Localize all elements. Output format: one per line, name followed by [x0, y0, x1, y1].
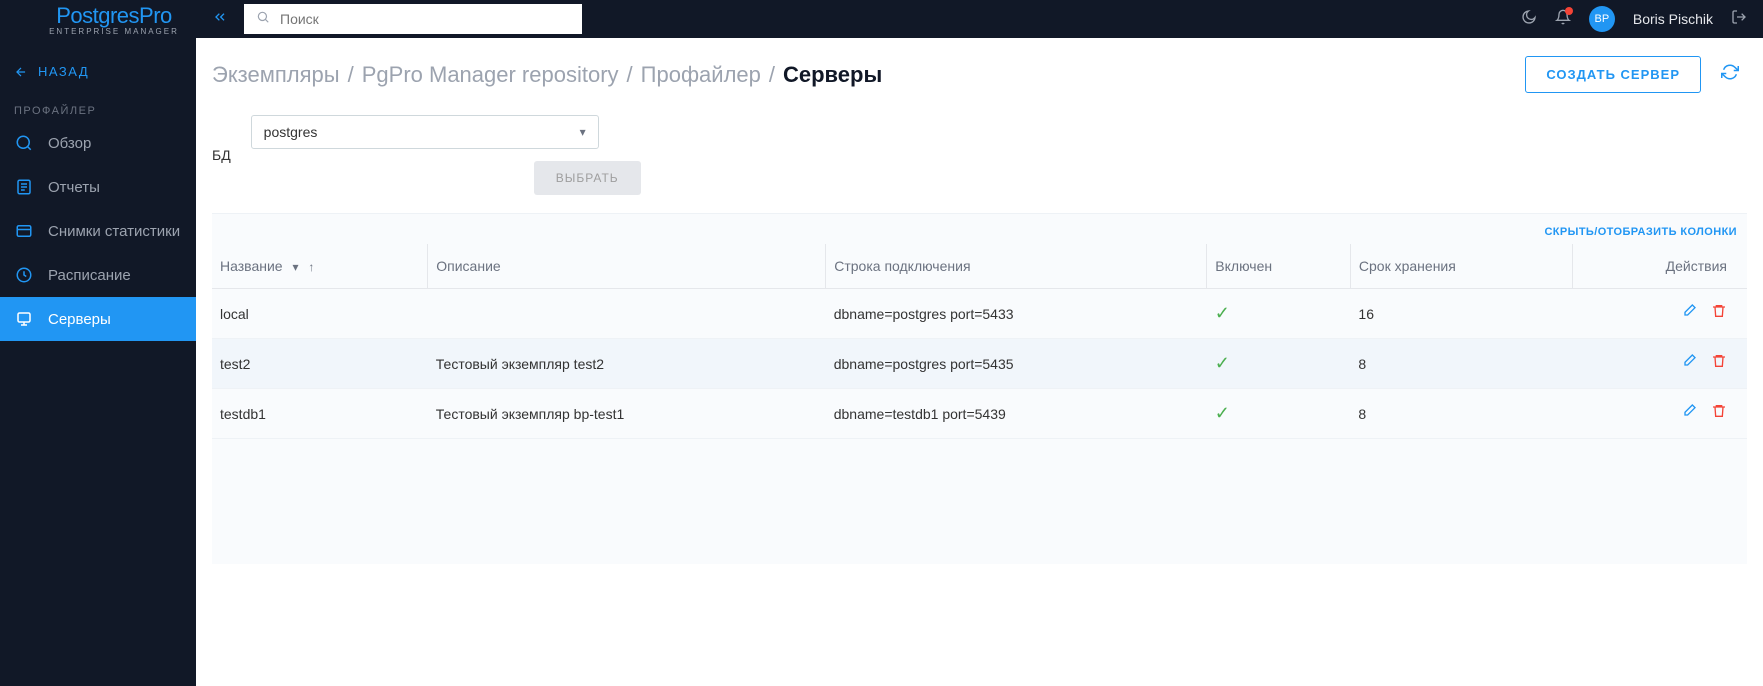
logo-tagline: ENTERPRISE MANAGER	[49, 27, 179, 36]
cell-desc: Тестовый экземпляр test2	[428, 339, 826, 389]
cell-enabled: ✓	[1207, 339, 1351, 389]
search-icon	[256, 10, 270, 29]
cell-conn: dbname=postgres port=5435	[826, 339, 1207, 389]
check-icon: ✓	[1215, 353, 1230, 373]
breadcrumb-sep: /	[348, 62, 354, 88]
search-box[interactable]	[244, 4, 582, 34]
cell-desc: Тестовый экземпляр bp-test1	[428, 389, 826, 439]
sidebar: НАЗАД ПРОФАЙЛЕР Обзор Отчеты Снимки стат…	[0, 38, 196, 686]
table-row: test2Тестовый экземпляр test2dbname=post…	[212, 339, 1747, 389]
select-button[interactable]: ВЫБРАТЬ	[534, 161, 641, 195]
create-server-button[interactable]: СОЗДАТЬ СЕРВЕР	[1525, 56, 1701, 93]
cell-conn: dbname=postgres port=5433	[826, 289, 1207, 339]
servers-icon	[14, 309, 34, 329]
logo-text: PostgresPro	[56, 3, 172, 29]
overview-icon	[14, 133, 34, 153]
page-title: Серверы	[783, 62, 882, 88]
breadcrumb-item[interactable]: Экземпляры	[212, 62, 340, 88]
cell-desc	[428, 289, 826, 339]
table-toolbar: СКРЫТЬ/ОТОБРАЗИТЬ КОЛОНКИ	[212, 213, 1747, 244]
col-conn[interactable]: Строка подключения	[826, 244, 1207, 289]
check-icon: ✓	[1215, 303, 1230, 323]
cell-retention: 16	[1350, 289, 1572, 339]
sort-asc-icon[interactable]: ↑	[308, 260, 314, 274]
sidebar-item-label: Обзор	[48, 135, 91, 152]
cell-retention: 8	[1350, 389, 1572, 439]
cell-actions	[1572, 339, 1747, 389]
cell-name: testdb1	[212, 389, 428, 439]
cell-enabled: ✓	[1207, 389, 1351, 439]
notification-badge	[1565, 7, 1573, 15]
breadcrumb-sep: /	[627, 62, 633, 88]
refresh-icon[interactable]	[1713, 57, 1747, 92]
logo: PostgresPro ENTERPRISE MANAGER	[16, 3, 212, 36]
cell-retention: 8	[1350, 339, 1572, 389]
edit-icon[interactable]	[1681, 306, 1697, 323]
sidebar-item-snapshots[interactable]: Снимки статистики	[0, 209, 196, 253]
column-toggle-link[interactable]: СКРЫТЬ/ОТОБРАЗИТЬ КОЛОНКИ	[1544, 226, 1737, 238]
cell-actions	[1572, 289, 1747, 339]
db-select[interactable]: postgres ▾	[251, 115, 599, 149]
sidebar-item-label: Отчеты	[48, 179, 100, 196]
topbar-right: BP Boris Pischik	[1521, 6, 1747, 32]
check-icon: ✓	[1215, 403, 1230, 423]
edit-icon[interactable]	[1681, 356, 1697, 373]
servers-table: Название ▾ ↑ Описание Строка подключения…	[212, 244, 1747, 439]
delete-icon[interactable]	[1711, 406, 1727, 423]
main-content: Экземпляры / PgPro Manager repository / …	[196, 38, 1763, 686]
col-retention[interactable]: Срок хранения	[1350, 244, 1572, 289]
filter-row: БД postgres ▾ ВЫБРАТЬ	[212, 115, 1747, 195]
chevron-down-icon: ▾	[580, 125, 586, 139]
table-row: testdb1Тестовый экземпляр bp-test1dbname…	[212, 389, 1747, 439]
reports-icon	[14, 177, 34, 197]
sidebar-item-label: Снимки статистики	[48, 223, 180, 240]
col-desc[interactable]: Описание	[428, 244, 826, 289]
breadcrumb-item[interactable]: Профайлер	[641, 62, 761, 88]
filter-icon[interactable]: ▾	[292, 260, 298, 274]
delete-icon[interactable]	[1711, 306, 1727, 323]
breadcrumb: Экземпляры / PgPro Manager repository / …	[212, 62, 882, 88]
edit-icon[interactable]	[1681, 406, 1697, 423]
snapshots-icon	[14, 221, 34, 241]
back-link[interactable]: НАЗАД	[0, 48, 196, 95]
username: Boris Pischik	[1633, 11, 1713, 27]
col-actions: Действия	[1572, 244, 1747, 289]
table-row: local dbname=postgres port=5433 ✓ 16	[212, 289, 1747, 339]
back-label: НАЗАД	[38, 64, 89, 79]
topbar: PostgresPro ENTERPRISE MANAGER BP Boris …	[0, 0, 1763, 38]
breadcrumb-item[interactable]: PgPro Manager repository	[362, 62, 619, 88]
arrow-left-icon	[14, 65, 28, 79]
sidebar-item-reports[interactable]: Отчеты	[0, 165, 196, 209]
sidebar-item-schedule[interactable]: Расписание	[0, 253, 196, 297]
col-name[interactable]: Название ▾ ↑	[212, 244, 428, 289]
db-label: БД	[212, 147, 231, 163]
cell-actions	[1572, 389, 1747, 439]
avatar[interactable]: BP	[1589, 6, 1615, 32]
db-select-value: postgres	[264, 124, 318, 140]
logout-icon[interactable]	[1731, 9, 1747, 30]
sidebar-collapse-icon[interactable]	[212, 9, 228, 30]
sidebar-item-label: Серверы	[48, 311, 111, 328]
delete-icon[interactable]	[1711, 356, 1727, 373]
sidebar-item-servers[interactable]: Серверы	[0, 297, 196, 341]
breadcrumb-sep: /	[769, 62, 775, 88]
theme-toggle-icon[interactable]	[1521, 9, 1537, 30]
col-label: Название	[220, 258, 283, 274]
sidebar-section-label: ПРОФАЙЛЕР	[0, 95, 196, 121]
page-header: Экземпляры / PgPro Manager repository / …	[212, 56, 1747, 93]
cell-enabled: ✓	[1207, 289, 1351, 339]
col-enabled[interactable]: Включен	[1207, 244, 1351, 289]
sidebar-item-overview[interactable]: Обзор	[0, 121, 196, 165]
cell-name: test2	[212, 339, 428, 389]
search-input[interactable]	[280, 11, 570, 27]
cell-conn: dbname=testdb1 port=5439	[826, 389, 1207, 439]
cell-name: local	[212, 289, 428, 339]
sidebar-item-label: Расписание	[48, 267, 131, 284]
schedule-icon	[14, 265, 34, 285]
notifications-icon[interactable]	[1555, 9, 1571, 30]
